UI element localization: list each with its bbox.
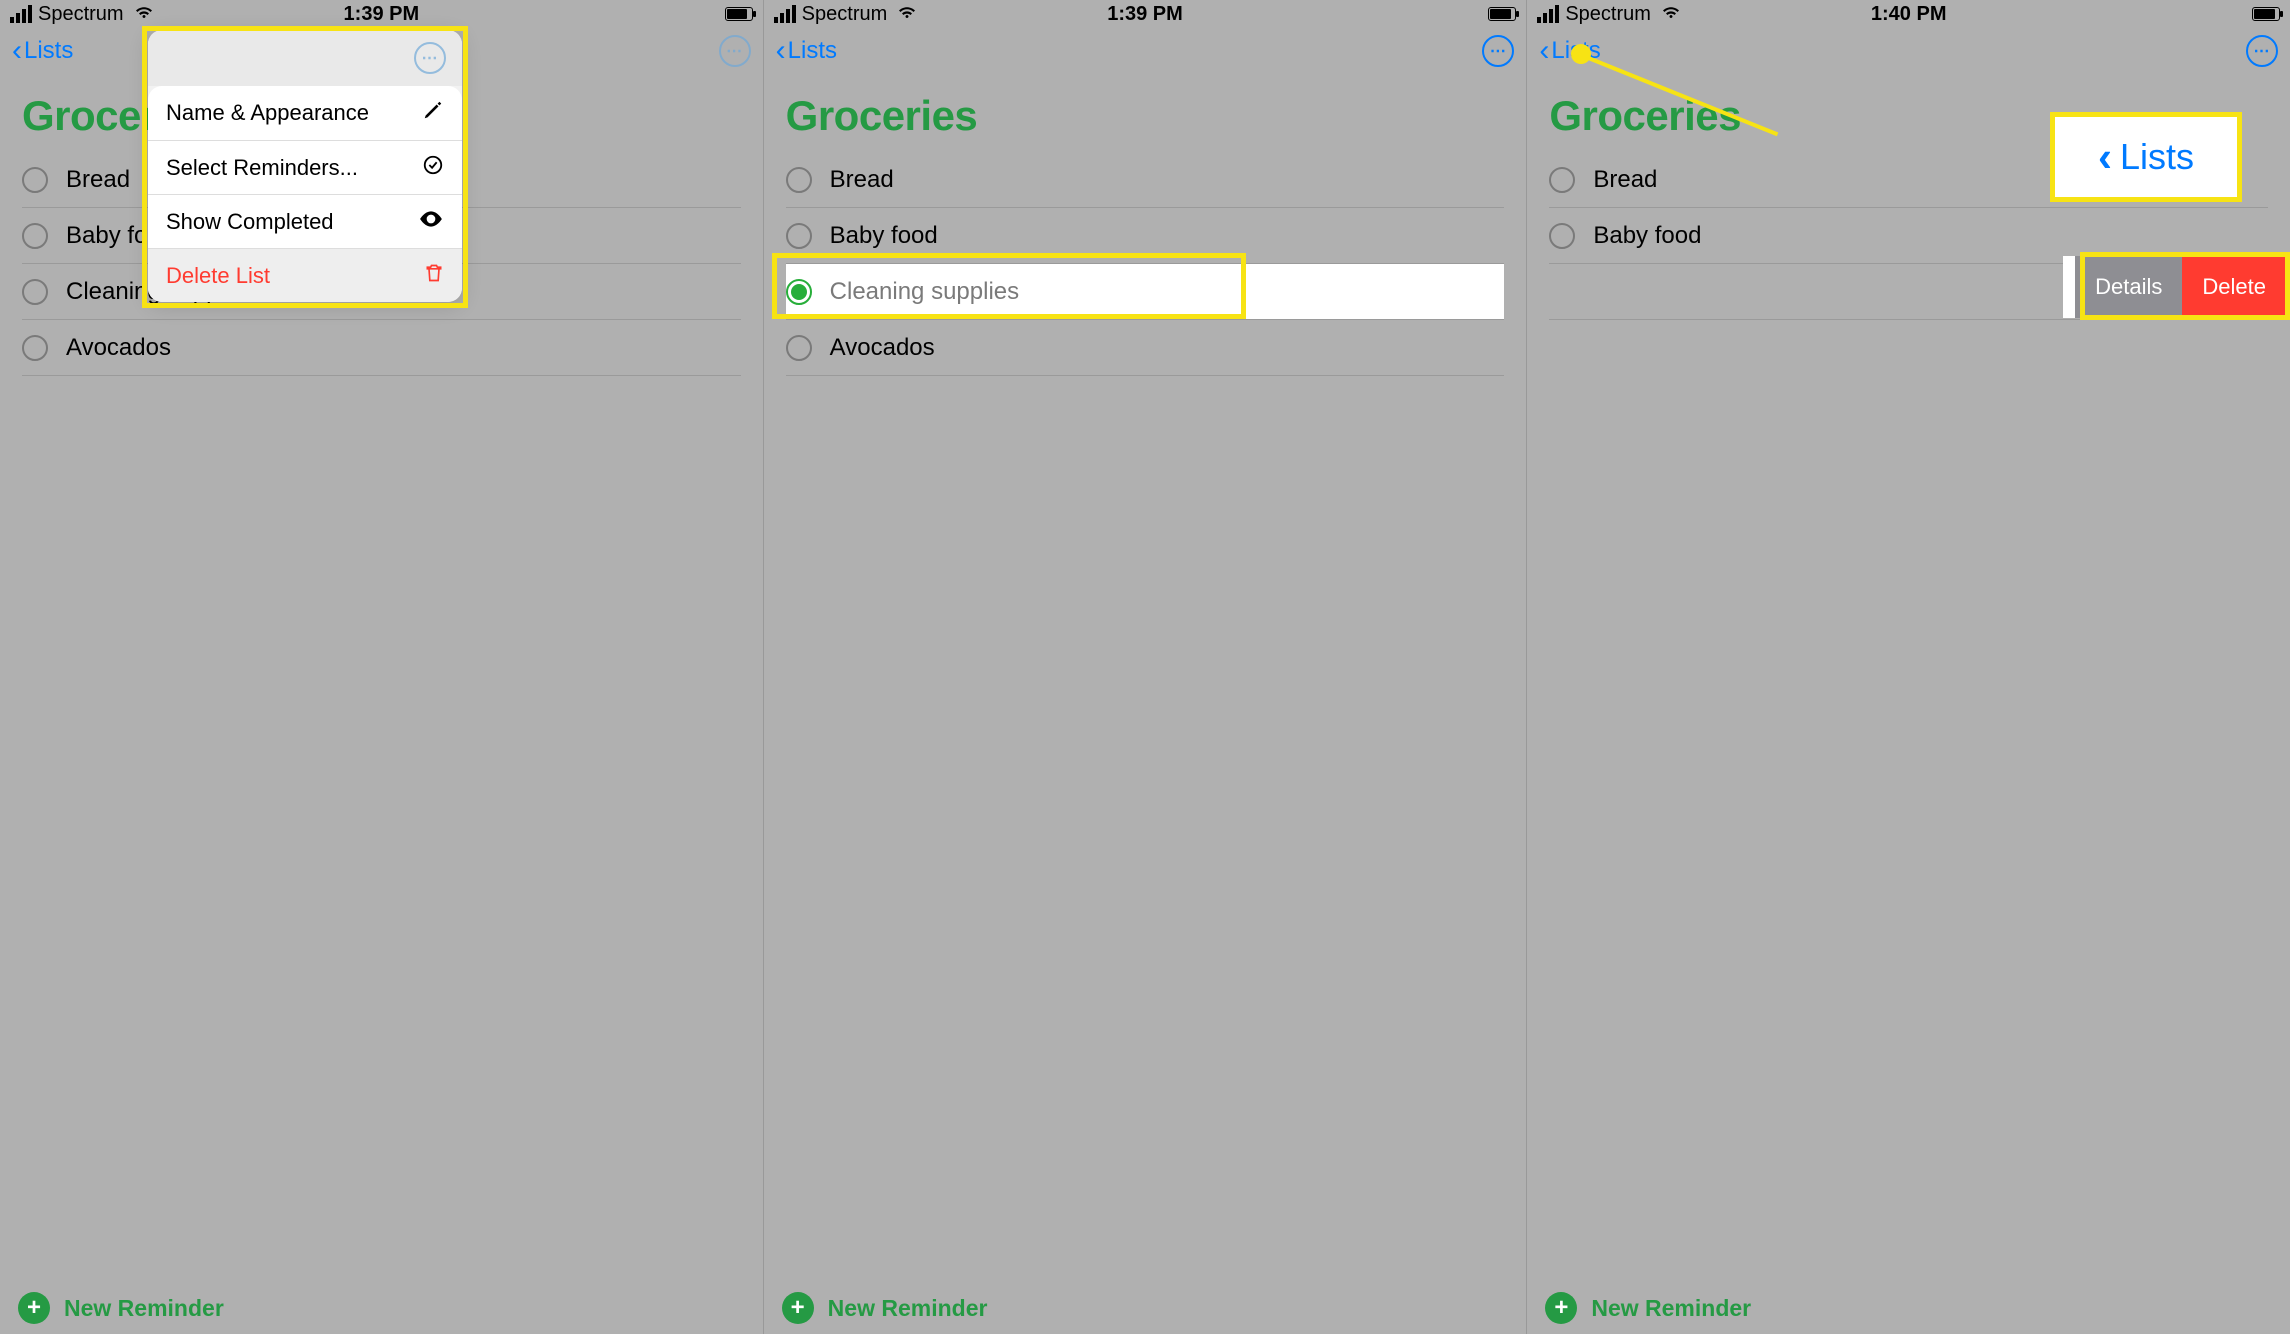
plus-icon: + (782, 1292, 814, 1324)
clock-label: 1:39 PM (1021, 3, 1269, 26)
carrier-label: Spectrum (1565, 3, 1651, 26)
delete-button[interactable]: Delete (2182, 256, 2286, 318)
wifi-icon (1661, 3, 1681, 26)
item-label: Bread (66, 166, 130, 194)
chevron-left-icon: ‹ (1539, 36, 1549, 66)
radio-icon[interactable] (786, 335, 812, 361)
clock-label: 1:39 PM (258, 3, 506, 26)
new-reminder-label: New Reminder (828, 1295, 988, 1322)
signal-icon (774, 5, 796, 23)
screen-3: Spectrum 1:40 PM ‹ Lists ⋯ Groceries Bre… (1527, 0, 2290, 1334)
item-label: Baby food (1593, 222, 1701, 250)
new-reminder-button[interactable]: + New Reminder (18, 1292, 224, 1324)
chevron-left-icon: ‹ (776, 36, 786, 66)
chevron-left-icon: ‹ (2098, 133, 2112, 181)
radio-icon[interactable] (786, 223, 812, 249)
new-reminder-button[interactable]: + New Reminder (1545, 1292, 1751, 1324)
clock-label: 1:40 PM (1785, 3, 2033, 26)
status-bar: Spectrum 1:39 PM (0, 0, 763, 28)
status-bar: Spectrum 1:40 PM (1527, 0, 2290, 28)
item-label: Avocados (66, 334, 171, 362)
more-button[interactable]: ⋯ (2246, 35, 2278, 67)
item-label: Bread (1593, 166, 1657, 194)
back-button[interactable]: ‹ Lists (776, 36, 837, 66)
menu-delete-list[interactable]: Delete List (148, 248, 462, 302)
list-item[interactable]: Avocados (786, 320, 1505, 376)
list-item-selected[interactable]: Cleaning supplies (786, 264, 1505, 320)
list-item[interactable]: Bread (786, 152, 1505, 208)
radio-icon[interactable] (22, 335, 48, 361)
screen-1: Spectrum 1:39 PM ‹ Lists ⋯ Groceries Bre… (0, 0, 764, 1334)
plus-icon: + (1545, 1292, 1577, 1324)
status-bar: Spectrum 1:39 PM (764, 0, 1527, 28)
new-reminder-label: New Reminder (64, 1295, 224, 1322)
details-button[interactable]: Details (2075, 256, 2182, 318)
menu-name-appearance[interactable]: Name & Appearance (148, 86, 462, 140)
swipe-actions: Details Delete (2063, 256, 2286, 318)
item-label: Baby food (830, 222, 938, 250)
item-label: Cleaning supplies (830, 278, 1019, 306)
menu-label: Name & Appearance (166, 100, 369, 126)
carrier-label: Spectrum (802, 3, 888, 26)
reminders-list: Bread Baby food Cleaning supplies Avocad… (764, 152, 1527, 376)
wifi-icon (897, 3, 917, 26)
radio-icon[interactable] (786, 167, 812, 193)
radio-icon[interactable] (22, 167, 48, 193)
radio-checked-icon[interactable] (786, 279, 812, 305)
nav-bar: ‹ Lists ⋯ (764, 28, 1527, 74)
callout-label: Lists (2120, 136, 2194, 178)
signal-icon (1537, 5, 1559, 23)
battery-icon (725, 7, 753, 21)
back-button[interactable]: ‹ Lists (12, 36, 73, 66)
menu-label: Select Reminders... (166, 155, 358, 181)
context-menu: ⋯ Name & Appearance Select Reminders... … (148, 30, 462, 302)
list-item[interactable]: Baby food (786, 208, 1505, 264)
wifi-icon (134, 3, 154, 26)
page-title: Groceries (764, 74, 1527, 152)
swipe-spacer (2063, 256, 2075, 318)
list-item[interactable]: Avocados (22, 320, 741, 376)
trash-icon (424, 262, 444, 290)
radio-icon[interactable] (1549, 223, 1575, 249)
pencil-icon (422, 99, 444, 127)
menu-label: Delete List (166, 263, 270, 289)
screen-2: Spectrum 1:39 PM ‹ Lists ⋯ Groceries Bre… (764, 0, 1528, 1334)
nav-bar: ‹ Lists ⋯ (1527, 28, 2290, 74)
radio-icon[interactable] (1549, 167, 1575, 193)
eye-icon (418, 208, 444, 236)
carrier-label: Spectrum (38, 3, 124, 26)
plus-icon: + (18, 1292, 50, 1324)
new-reminder-button[interactable]: + New Reminder (782, 1292, 988, 1324)
check-circle-icon (422, 154, 444, 182)
more-button[interactable]: ⋯ (1482, 35, 1514, 67)
item-label: Avocados (830, 334, 935, 362)
back-label: Lists (788, 37, 837, 65)
more-button-in-popover[interactable]: ⋯ (414, 42, 446, 74)
back-label: Lists (24, 37, 73, 65)
menu-label: Show Completed (166, 209, 334, 235)
battery-icon (1488, 7, 1516, 21)
callout-lists: ‹ Lists (2050, 112, 2242, 202)
item-label: Bread (830, 166, 894, 194)
new-reminder-label: New Reminder (1591, 1295, 1751, 1322)
signal-icon (10, 5, 32, 23)
more-button[interactable]: ⋯ (719, 35, 751, 67)
menu-show-completed[interactable]: Show Completed (148, 194, 462, 248)
battery-icon (2252, 7, 2280, 21)
chevron-left-icon: ‹ (12, 36, 22, 66)
radio-icon[interactable] (22, 279, 48, 305)
radio-icon[interactable] (22, 223, 48, 249)
menu-select-reminders[interactable]: Select Reminders... (148, 140, 462, 194)
